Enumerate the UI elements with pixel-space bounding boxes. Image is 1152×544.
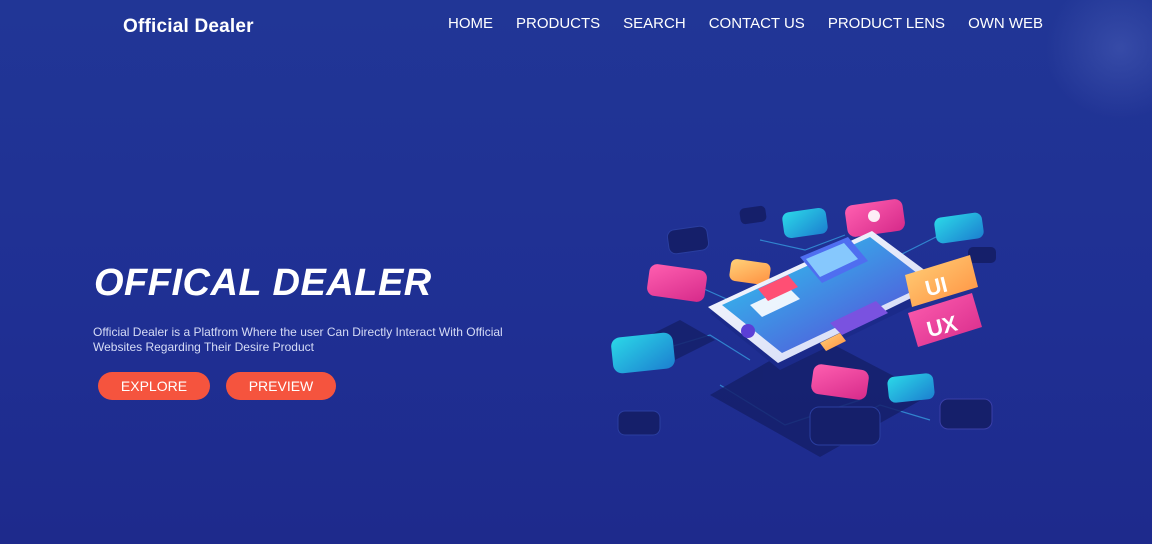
nav-contact-us[interactable]: CONTACT US (709, 15, 805, 32)
hero-title: OFFICAL DEALER (94, 262, 432, 304)
main-nav: HOME PRODUCTS SEARCH CONTACT US PRODUCT … (448, 15, 1066, 32)
nav-home[interactable]: HOME (448, 15, 493, 32)
isometric-app-illustration: UI UX (611, 199, 996, 457)
preview-button[interactable]: PREVIEW (226, 372, 336, 400)
nav-search[interactable]: SEARCH (623, 15, 686, 32)
brand-logo[interactable]: Official Dealer (123, 16, 254, 38)
nav-product-lens[interactable]: PRODUCT LENS (828, 15, 945, 32)
hero-description: Official Dealer is a Platfrom Where the … (93, 325, 503, 354)
explore-button[interactable]: EXPLORE (98, 372, 210, 400)
nav-products[interactable]: PRODUCTS (516, 15, 600, 32)
nav-own-web[interactable]: OWN WEB (968, 15, 1043, 32)
phone-graphic (708, 231, 945, 370)
